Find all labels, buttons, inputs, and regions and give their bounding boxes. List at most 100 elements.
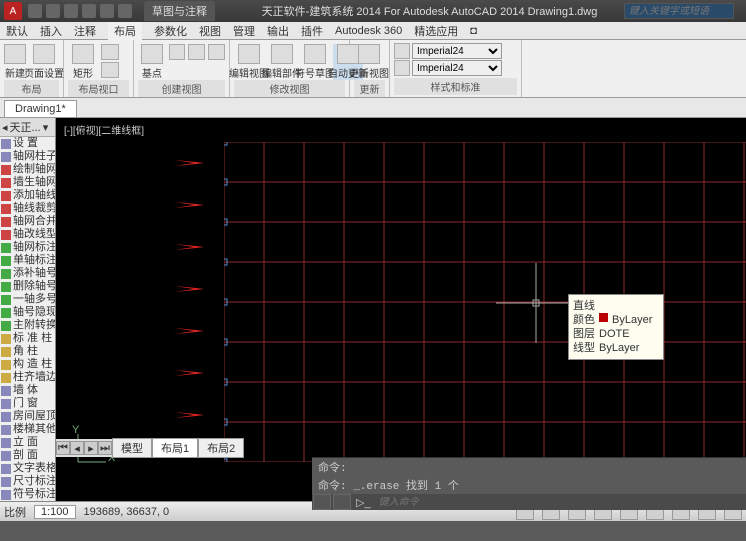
sidebar-item[interactable]: 删除轴号 [0,280,55,293]
tab-manage[interactable]: 管理 [233,23,255,39]
sidebar-item-label: 轴改线型 [13,228,56,241]
new-layout-button[interactable]: 新建 [4,44,26,80]
sidebar-item-label: 门 窗 [13,397,38,410]
sidebar-item-icon [1,321,11,331]
tab-plugins[interactable]: 插件 [301,23,323,39]
document-tab[interactable]: Drawing1* [4,100,77,117]
annotation-arrow-icon [174,326,204,336]
sidebar-item[interactable]: 一轴多号 [0,293,55,306]
tab-default[interactable]: 默认 [6,23,28,39]
sidebar-item-icon [1,178,11,188]
sidebar-item[interactable]: 尺寸标注 [0,475,55,488]
sidebar-item-label: 主附转换 [13,319,56,332]
sidebar-item[interactable]: 标 准 柱 [0,332,55,345]
sidebar-item[interactable]: 楼梯其他 [0,423,55,436]
sidebar-item[interactable]: 主附转换 [0,319,55,332]
sidebar-item-icon [1,269,11,279]
edit-comp-button[interactable]: 编辑部件 [267,44,297,80]
detail-icon[interactable] [208,44,225,60]
sidebar-item[interactable]: 设 置 [0,137,55,150]
layout-prev-icon[interactable]: ◂ [70,441,84,455]
tab-view[interactable]: 视图 [199,23,221,39]
sidebar-item[interactable]: 添补轴号 [0,267,55,280]
qat-new-icon[interactable] [28,4,42,18]
sidebar-item-label: 轴线裁剪 [13,202,56,215]
drawing-canvas[interactable]: [-][俯视][二维线框] 直线 颜色ByLayer 图层DOTE 线型ByLa… [56,118,746,501]
section-icon[interactable] [188,44,205,60]
edit-view-button[interactable]: 编辑视图 [234,44,264,80]
cmd-close-icon[interactable] [313,494,331,510]
qat-undo-icon[interactable] [82,4,96,18]
base-button[interactable]: 基点 [138,44,166,80]
projected-icon[interactable] [169,44,186,60]
panel-layout-label: 布局 [4,80,59,97]
sidebar-item[interactable]: 角 柱 [0,345,55,358]
lock-icon[interactable] [101,62,119,78]
symbol-sketch-button[interactable]: 符号草图 [300,44,330,80]
sidebar-item[interactable]: 轴线裁剪 [0,202,55,215]
sidebar-item[interactable]: 绘制轴网 [0,163,55,176]
sidebar-item[interactable]: 房间屋顶 [0,410,55,423]
style1-icon[interactable] [394,43,410,59]
panel-modifyview-label: 修改视图 [234,80,345,97]
sidebar-item[interactable]: 单轴标注 [0,254,55,267]
sidebar-item[interactable]: 轴网标注 [0,241,55,254]
sidebar-item[interactable]: 墙生轴网 [0,176,55,189]
sidebar-item[interactable]: 构 造 柱 [0,358,55,371]
sidebar-item[interactable]: 柱齐墙边 [0,371,55,384]
sidebar-item[interactable]: 轴网合并 [0,215,55,228]
cmd-config-icon[interactable] [333,494,351,510]
tab-output[interactable]: 输出 [267,23,289,39]
qat-open-icon[interactable] [46,4,60,18]
sidebar-item[interactable]: 剖 面 [0,449,55,462]
sidebar-item[interactable]: 轴网柱子 [0,150,55,163]
tab-annotate[interactable]: 注释 [74,23,96,39]
layout-next-icon[interactable]: ▸ [84,441,98,455]
qat-save-icon[interactable] [64,4,78,18]
sidebar-item[interactable]: 轴改线型 [0,228,55,241]
sidebar-item-icon [1,165,11,175]
layout-first-icon[interactable]: ⏮ [56,441,70,455]
scale-value[interactable]: 1:100 [34,505,76,519]
sidebar-item[interactable]: 门 窗 [0,397,55,410]
style1-select[interactable]: Imperial24 [412,43,502,59]
sidebar-item[interactable]: 符号标注 [0,488,55,501]
sidebar-title[interactable]: ◂天正...▾ [0,118,55,137]
sidebar-item-icon [1,425,11,435]
viewport-label[interactable]: [-][俯视][二维线框] [64,122,144,137]
command-input[interactable] [375,497,746,508]
tab-layout[interactable]: 布局 [108,22,142,40]
workspace-tab[interactable]: 草图与注释 [144,1,215,21]
style2-icon[interactable] [394,60,410,76]
tab-insert[interactable]: 插入 [40,23,62,39]
rect-viewport-button[interactable]: 矩形 [68,44,98,80]
update-view-button[interactable]: 更新视图 [354,44,384,80]
annotation-arrow-icon [174,242,204,252]
sidebar-item-icon [1,139,11,149]
sidebar-item-icon [1,438,11,448]
page-setup-button[interactable]: 页面设置 [29,44,59,80]
tab-a360[interactable]: Autodesk 360 [335,25,402,37]
sidebar-item-label: 删除轴号 [13,280,56,293]
sidebar-item[interactable]: 添加轴线 [0,189,55,202]
layout1-tab[interactable]: 布局1 [152,438,198,458]
qat-redo-icon[interactable] [100,4,114,18]
app-logo[interactable]: A [4,2,22,20]
tab-expand-icon[interactable]: ◘ [470,25,477,37]
sidebar-item[interactable]: 墙 体 [0,384,55,397]
model-tab[interactable]: 模型 [112,438,152,458]
sidebar-item[interactable]: 立 面 [0,436,55,449]
clip-icon[interactable] [101,44,119,60]
style2-select[interactable]: Imperial24 [412,60,502,76]
sidebar-item[interactable]: 轴号隐现 [0,306,55,319]
tab-featured[interactable]: 精选应用 [414,23,458,39]
sidebar-item[interactable]: 文字表格 [0,462,55,475]
qat-print-icon[interactable] [118,4,132,18]
sidebar-item-label: 轴网标注 [13,241,56,254]
sidebar-item-icon [1,347,11,357]
layout2-tab[interactable]: 布局2 [198,438,244,458]
help-search-input[interactable] [624,3,734,19]
tab-parametric[interactable]: 参数化 [154,23,187,39]
sidebar-item-label: 文字表格 [13,462,56,475]
layout-last-icon[interactable]: ⏭ [98,441,112,455]
